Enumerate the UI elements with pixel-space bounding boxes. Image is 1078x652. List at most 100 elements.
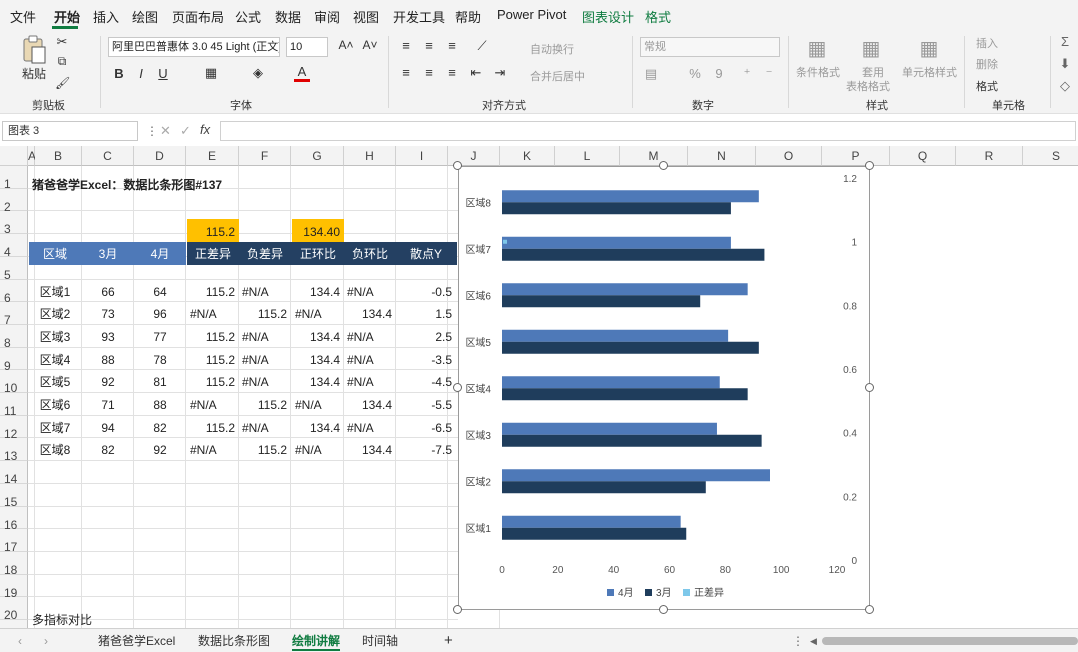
conditional-format-button[interactable]: 条件格式 xyxy=(796,64,840,80)
column-header-R[interactable]: R xyxy=(956,146,1023,166)
menu-developer[interactable]: 开发工具 xyxy=(393,7,445,26)
table-cell[interactable]: 71 xyxy=(82,394,134,416)
cut-icon[interactable]: ✂ xyxy=(55,34,69,50)
align-left-icon[interactable]: ≡ xyxy=(398,65,414,80)
select-all-corner[interactable] xyxy=(0,146,28,166)
font-name-select[interactable]: 阿里巴巴普惠体 3.0 45 Light (正文) xyxy=(108,37,280,57)
fill-color-icon[interactable]: ◈ xyxy=(250,65,266,81)
cell-styles-icon[interactable]: ▦ xyxy=(916,36,942,61)
tab-sheet-4[interactable]: 时间轴 xyxy=(362,631,398,651)
table-cell[interactable]: #N/A xyxy=(187,439,239,461)
tab-sheet-1[interactable]: 猪爸爸学Excel xyxy=(98,631,175,651)
table-cell[interactable]: 81 xyxy=(134,371,186,393)
resize-handle-tl[interactable] xyxy=(453,161,462,170)
column-header-P[interactable]: P xyxy=(822,146,890,166)
column-header-A[interactable]: A xyxy=(28,146,36,166)
table-cell[interactable]: 区域8 xyxy=(29,439,81,461)
row-header-10[interactable]: 10 xyxy=(0,370,28,395)
table-cell[interactable]: #N/A xyxy=(292,439,344,461)
menu-chart-design[interactable]: 图表设计 xyxy=(582,7,634,26)
decrease-indent-icon[interactable]: ⇤ xyxy=(468,65,484,81)
row-header-15[interactable]: 15 xyxy=(0,484,28,509)
table-cell[interactable]: 73 xyxy=(82,303,134,325)
table-cell[interactable]: 78 xyxy=(134,349,186,371)
table-cell[interactable]: 区域4 xyxy=(29,349,81,371)
table-cell[interactable]: 1.5 xyxy=(396,303,456,325)
menu-formulas[interactable]: 公式 xyxy=(235,7,261,26)
conditional-format-icon[interactable]: ▦ xyxy=(804,36,830,61)
table-cell[interactable]: #N/A xyxy=(239,349,291,371)
shrink-font-button[interactable]: A˅ xyxy=(360,38,380,52)
cancel-icon[interactable]: ✕ xyxy=(160,123,171,139)
table-cell[interactable]: #N/A xyxy=(344,326,396,348)
column-header-L[interactable]: L xyxy=(555,146,620,166)
table-cell[interactable]: 区域1 xyxy=(29,281,81,303)
row-header-13[interactable]: 13 xyxy=(0,438,28,463)
align-right-icon[interactable]: ≡ xyxy=(444,65,460,80)
copy-icon[interactable]: ⧉ xyxy=(55,54,69,69)
resize-handle-tm[interactable] xyxy=(659,161,668,170)
menu-draw[interactable]: 绘图 xyxy=(132,7,158,26)
table-cell[interactable]: #N/A xyxy=(187,303,239,325)
resize-handle-mr[interactable] xyxy=(865,383,874,392)
table-cell[interactable]: 66 xyxy=(82,281,134,303)
table-cell[interactable]: 115.2 xyxy=(187,326,239,348)
table-cell[interactable]: 134.4 xyxy=(344,439,396,461)
row-header-14[interactable]: 14 xyxy=(0,461,28,486)
table-cell[interactable]: #N/A xyxy=(239,371,291,393)
tab-options-icon[interactable]: ⋮ xyxy=(792,631,804,651)
row-header-3[interactable]: 3 xyxy=(0,211,28,236)
row-header-4[interactable]: 4 xyxy=(0,234,28,259)
row-header-12[interactable]: 12 xyxy=(0,416,28,441)
column-header-N[interactable]: N xyxy=(688,146,756,166)
number-format-select[interactable]: 常规 xyxy=(640,37,780,57)
row-header-1[interactable]: 1 xyxy=(0,166,28,191)
align-bottom-icon[interactable]: ≡ xyxy=(444,38,460,53)
table-cell[interactable]: #N/A xyxy=(187,394,239,416)
table-cell[interactable]: -0.5 xyxy=(396,281,456,303)
autosum-icon[interactable]: Σ xyxy=(1058,34,1072,49)
table-cell[interactable]: 93 xyxy=(82,326,134,348)
menu-insert[interactable]: 插入 xyxy=(93,7,119,26)
column-header-H[interactable]: H xyxy=(344,146,396,166)
paste-icon[interactable] xyxy=(20,35,48,65)
table-cell[interactable]: -6.5 xyxy=(396,417,456,439)
table-cell[interactable]: 64 xyxy=(134,281,186,303)
decrease-decimal-icon[interactable]: ⁻ xyxy=(762,66,776,82)
table-cell[interactable]: 115.2 xyxy=(187,349,239,371)
formula-input[interactable] xyxy=(220,121,1076,141)
column-header-G[interactable]: G xyxy=(291,146,344,166)
row-header-2[interactable]: 2 xyxy=(0,189,28,214)
table-cell[interactable]: 134.4 xyxy=(292,371,344,393)
table-cell[interactable]: 92 xyxy=(134,439,186,461)
format-as-table-icon[interactable]: ▦ xyxy=(858,36,884,61)
insert-cells-button[interactable]: 插入 xyxy=(976,35,998,51)
border-icon[interactable]: ▦ xyxy=(203,65,219,81)
column-header-I[interactable]: I xyxy=(396,146,448,166)
table-cell[interactable]: #N/A xyxy=(239,281,291,303)
row-header-20[interactable]: 20 xyxy=(0,597,28,622)
currency-icon[interactable]: ▤ xyxy=(644,66,658,82)
row-header-7[interactable]: 7 xyxy=(0,302,28,327)
row-header-11[interactable]: 11 xyxy=(0,393,28,418)
menu-power-pivot[interactable]: Power Pivot xyxy=(497,7,566,22)
table-cell[interactable]: 88 xyxy=(134,394,186,416)
clear-icon[interactable]: ◇ xyxy=(1058,78,1072,94)
column-header-B[interactable]: B xyxy=(35,146,82,166)
italic-button[interactable]: I xyxy=(134,66,148,81)
table-cell[interactable]: 88 xyxy=(82,349,134,371)
table-cell[interactable]: 115.2 xyxy=(239,439,291,461)
enter-icon[interactable]: ✓ xyxy=(180,123,191,139)
column-header-E[interactable]: E xyxy=(186,146,239,166)
format-painter-icon[interactable]: 🖌 xyxy=(55,76,70,90)
fill-icon[interactable]: ⬇ xyxy=(1058,56,1072,72)
table-cell[interactable]: 134.4 xyxy=(292,417,344,439)
menu-home[interactable]: 开始 xyxy=(54,7,80,26)
row-header-18[interactable]: 18 xyxy=(0,552,28,577)
add-sheet-button[interactable]: + xyxy=(444,631,453,651)
table-cell[interactable]: -3.5 xyxy=(396,349,456,371)
cell-styles-button[interactable]: 单元格样式 xyxy=(902,64,957,80)
table-cell[interactable]: 82 xyxy=(134,417,186,439)
table-cell[interactable]: #N/A xyxy=(344,371,396,393)
column-header-F[interactable]: F xyxy=(239,146,291,166)
